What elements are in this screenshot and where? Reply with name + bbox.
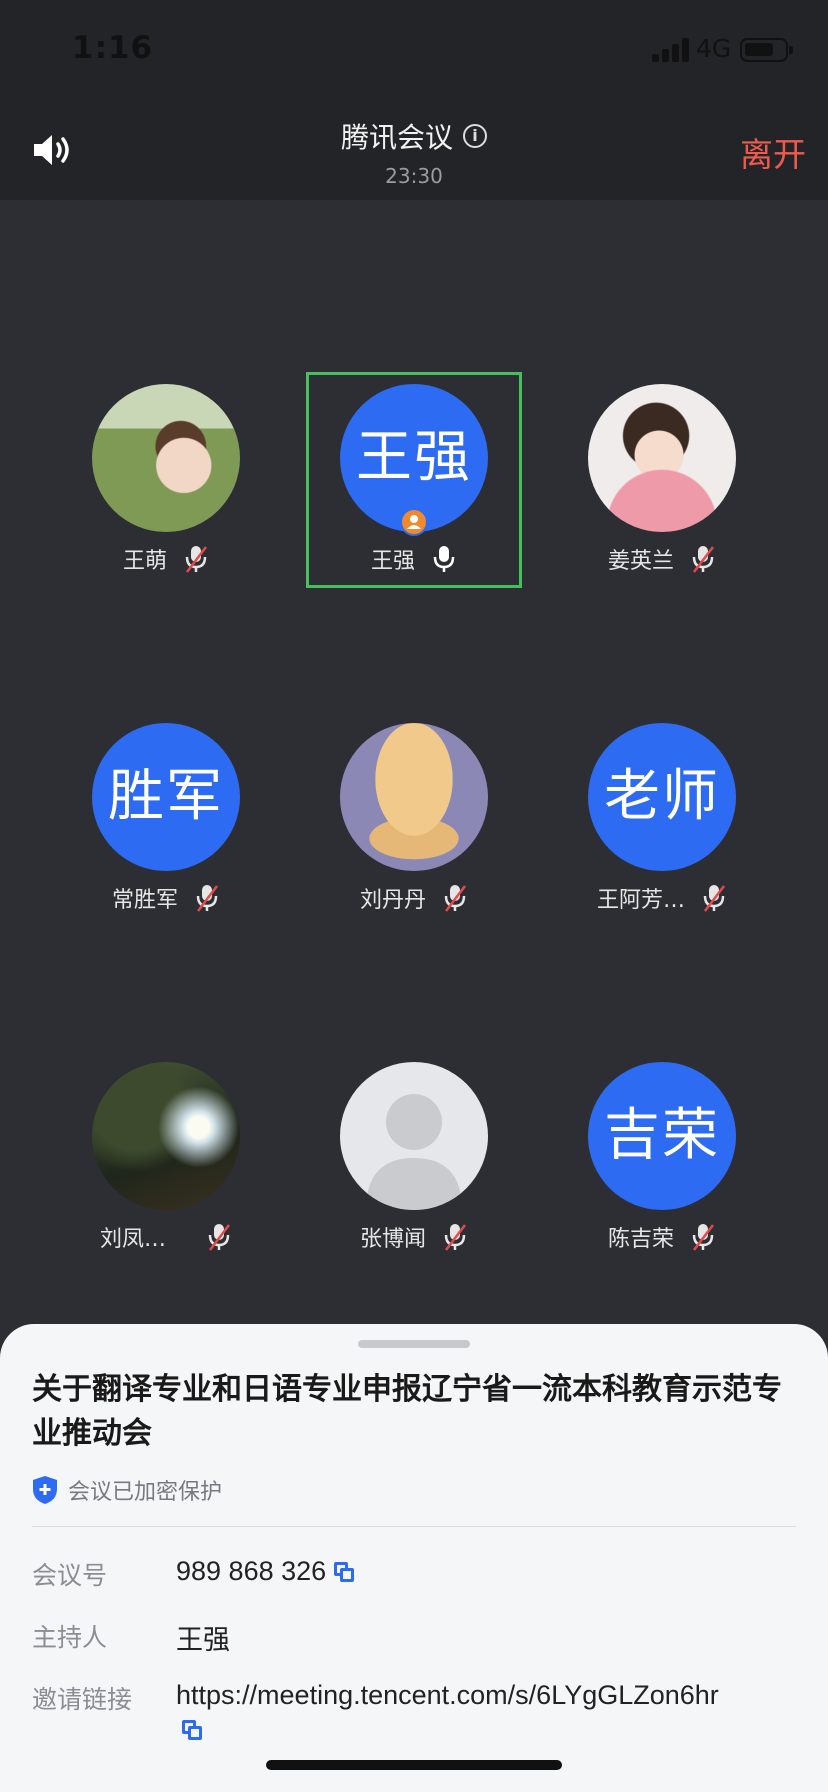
- participant-tile[interactable]: 刘丹丹: [314, 723, 514, 913]
- participant-name: 王强: [370, 549, 415, 574]
- participant-name: 刘凤…: [99, 1227, 166, 1252]
- avatar: 老师: [588, 723, 736, 871]
- copy-icon[interactable]: [334, 1561, 356, 1584]
- meeting-id-value: 989 868 326: [176, 1556, 327, 1586]
- participant-tile[interactable]: 姜英兰: [562, 384, 762, 574]
- participant-name: 张博闻: [359, 1227, 426, 1252]
- battery-icon: [740, 38, 793, 62]
- mic-muted-icon: [692, 1224, 714, 1251]
- mic-muted-icon: [703, 885, 725, 912]
- mic-muted-icon: [196, 885, 218, 912]
- invite-link-label: 邀请链接: [32, 1685, 133, 1714]
- participant-tile[interactable]: 老师 王阿芳…: [562, 723, 762, 913]
- participant-tile[interactable]: 吉荣 陈吉荣: [562, 1062, 762, 1252]
- security-status: 会议已加密保护: [32, 1474, 222, 1506]
- meeting-id-label: 会议号: [32, 1561, 108, 1590]
- leave-button[interactable]: 离开: [740, 128, 806, 176]
- host-row: 主持人 王强: [32, 1618, 230, 1657]
- meeting-app-title: 腾讯会议: [340, 122, 453, 153]
- participant-tile[interactable]: 张博闻: [314, 1062, 514, 1252]
- participant-tile[interactable]: 胜军 常胜军: [66, 723, 266, 913]
- invite-link-row: 邀请链接 https://meeting.tencent.com/s/6LYgG…: [32, 1680, 796, 1742]
- info-icon[interactable]: i: [463, 124, 487, 148]
- meeting-title: 关于翻译专业和日语专业申报辽宁省一流本科教育示范专业推动会: [32, 1372, 782, 1451]
- mic-icon: [433, 546, 455, 572]
- host-label: 主持人: [32, 1623, 108, 1652]
- meeting-info-sheet: 关于翻译专业和日语专业申报辽宁省一流本科教育示范专业推动会 会议已加密保护 会议…: [0, 1324, 828, 1792]
- participant-name: 刘丹丹: [359, 888, 426, 913]
- mic-muted-icon: [444, 885, 466, 912]
- participant-tile[interactable]: 王萌: [66, 384, 266, 574]
- network-type: 4G: [696, 34, 732, 63]
- copy-icon[interactable]: [182, 1719, 204, 1742]
- participant-name: 姜英兰: [607, 549, 674, 574]
- status-time: 1:16: [72, 30, 154, 66]
- participant-name: 常胜军: [111, 888, 178, 913]
- host-icon: [400, 508, 428, 536]
- avatar: 吉荣: [588, 1062, 736, 1210]
- status-bar: 1:16 4G: [0, 0, 828, 100]
- participant-name: 陈吉荣: [607, 1227, 674, 1252]
- mic-muted-icon: [208, 1224, 230, 1251]
- default-avatar-icon: [340, 1062, 488, 1210]
- divider: [32, 1526, 796, 1527]
- meeting-header: 腾讯会议 i 23:30 离开: [0, 100, 828, 200]
- home-indicator[interactable]: [266, 1760, 562, 1770]
- participant-name: 王萌: [122, 549, 167, 574]
- meeting-duration: 23:30: [385, 164, 443, 188]
- signal-icon: [652, 36, 692, 62]
- avatar: [340, 723, 488, 871]
- avatar: [92, 384, 240, 532]
- meeting-screen: 1:16 4G 腾讯会议 i 23:30 离开 王萌 王强 王强 姜英兰 胜军 …: [0, 0, 828, 1792]
- invite-link-value[interactable]: https://meeting.tencent.com/s/6LYgGLZon6…: [176, 1680, 796, 1711]
- mic-muted-icon: [692, 546, 714, 573]
- mic-muted-icon: [444, 1224, 466, 1251]
- mic-muted-icon: [185, 546, 207, 573]
- meeting-id-row: 会议号 989 868 326: [32, 1556, 356, 1592]
- avatar: [588, 384, 736, 532]
- avatar: [92, 1062, 240, 1210]
- participant-tile-host[interactable]: 王强 王强: [314, 384, 514, 574]
- security-label: 会议已加密保护: [68, 1480, 223, 1505]
- participant-name: 王阿芳…: [596, 888, 685, 913]
- shield-icon: [33, 1476, 57, 1504]
- participant-tile[interactable]: 刘凤…: [66, 1062, 266, 1252]
- host-value: 王强: [176, 1625, 230, 1655]
- sheet-drag-handle[interactable]: [358, 1340, 470, 1348]
- avatar: 胜军: [92, 723, 240, 871]
